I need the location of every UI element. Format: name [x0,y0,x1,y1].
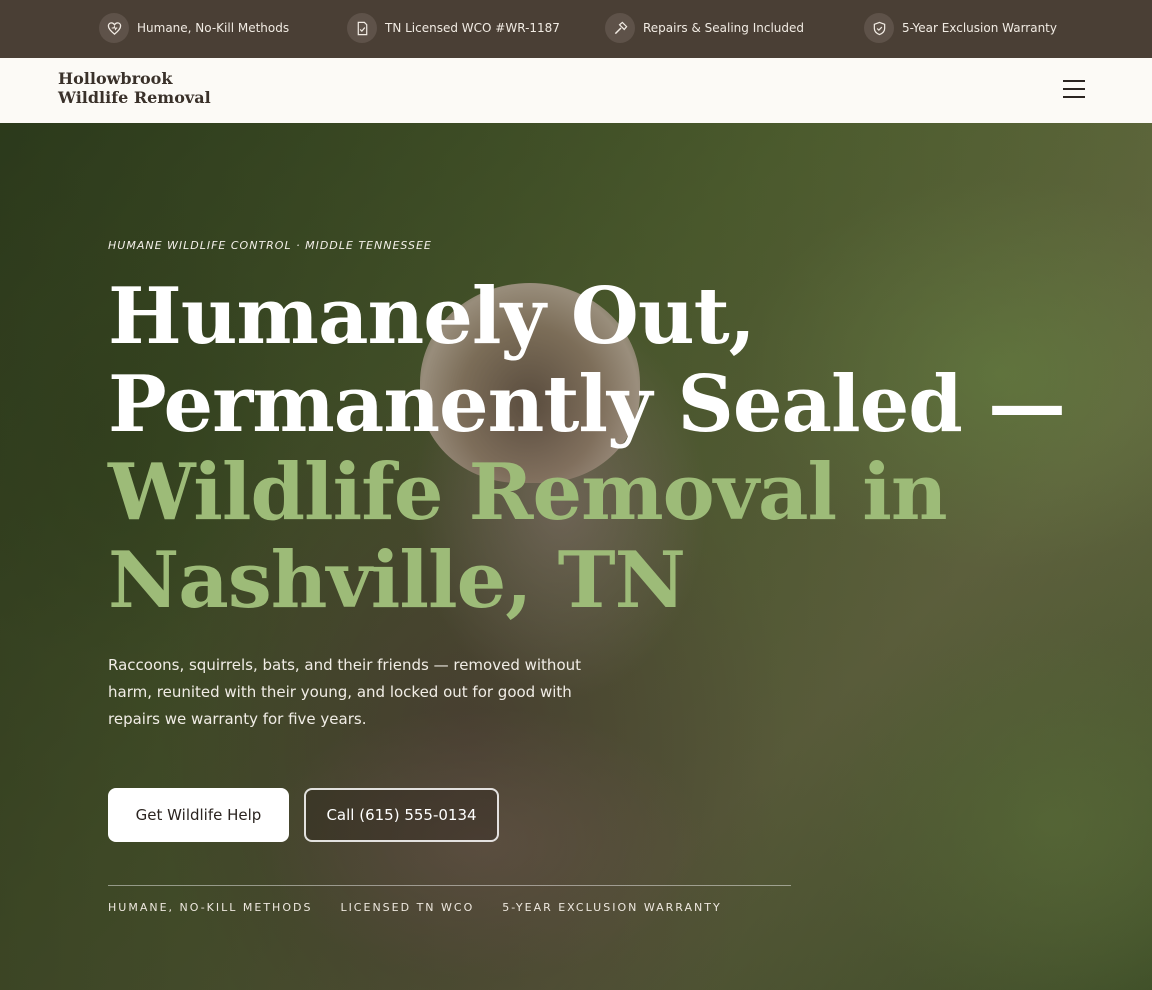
trust-item-licensed: TN Licensed WCO #WR-1187 [347,13,560,43]
trust-item-label: 5-Year Exclusion Warranty [902,21,1057,35]
headline-accent: Wildlife Removal in Nashville, TN [108,447,948,626]
trust-badge-licensed: LICENSED TN WCO [340,901,475,914]
hero-eyebrow: HUMANE WILDLIFE CONTROL · MIDDLE TENNESS… [108,239,432,252]
trust-item-label: Humane, No-Kill Methods [137,21,290,35]
shield-check-icon [864,13,894,43]
trust-item-label: Repairs & Sealing Included [643,21,805,35]
hero-section: HUMANE WILDLIFE CONTROL · MIDDLE TENNESS… [0,123,1152,990]
brand-logo[interactable]: Hollowbrook Wildlife Removal [58,69,248,107]
trust-badge-humane: HUMANE, NO-KILL METHODS [108,901,313,914]
hamburger-menu-icon[interactable] [1059,80,1089,100]
hero-description: Raccoons, squirrels, bats, and their fri… [108,656,582,728]
trust-item-label: TN Licensed WCO #WR-1187 [385,21,560,35]
document-check-icon [347,13,377,43]
get-wildlife-help-button[interactable]: Get Wildlife Help [108,788,289,842]
hero-divider [108,885,791,886]
trust-item-humane: Humane, No-Kill Methods [99,13,289,43]
top-trust-bar: Humane, No-Kill Methods TN Licensed WCO … [0,0,1152,58]
hero-trust-row: HUMANE, NO-KILL METHODS LICENSED TN WCO … [108,901,750,914]
heart-shield-icon [99,13,129,43]
hammer-icon [605,13,635,43]
site-header: Hollowbrook Wildlife Removal [0,58,1152,123]
trust-item-warranty: 5-Year Exclusion Warranty [864,13,1057,43]
headline-main: Humanely Out, Permanently Sealed — [108,271,1066,450]
hero-headline: Humanely Out, Permanently Sealed — Wildl… [108,273,1068,625]
call-phone-button[interactable]: Call (615) 555-0134 [304,788,499,842]
trust-item-repairs: Repairs & Sealing Included [605,13,804,43]
trust-badge-warranty: 5-YEAR EXCLUSION WARRANTY [502,901,722,914]
